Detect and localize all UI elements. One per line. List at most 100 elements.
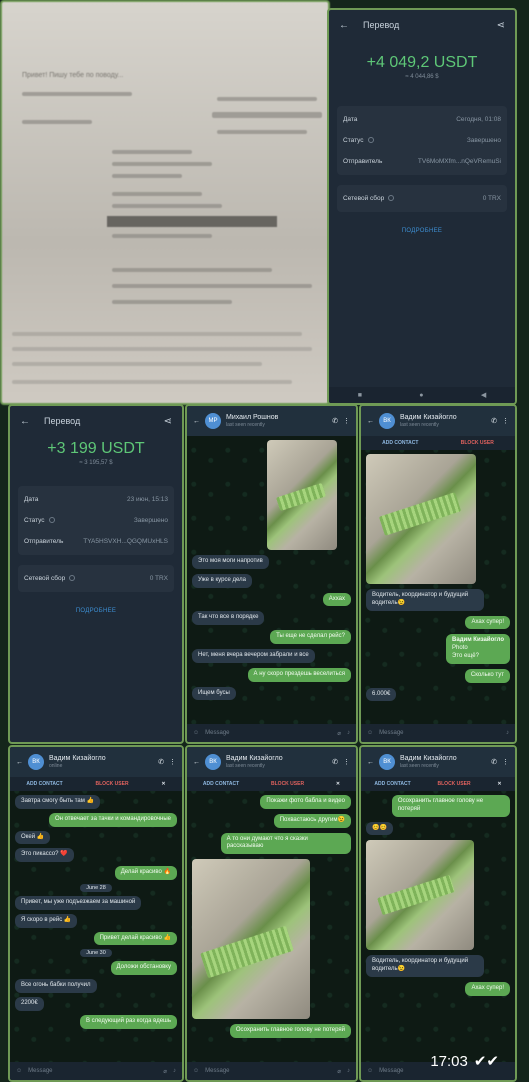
phone-icon[interactable]: ✆ [491,758,497,766]
add-contact-button[interactable]: ADD CONTACT [26,781,62,787]
double-check-icon: ✔✔ [473,1053,499,1070]
mic-icon[interactable]: ♪ [347,1068,350,1074]
message-outgoing: В следующий раз когда вдешь [79,1014,177,1029]
message-input[interactable]: Message [205,730,229,736]
avatar: ВК [379,754,395,770]
message-input[interactable]: Message [205,1068,229,1074]
fiat-amount: ≈ 4 044,86 $ [405,74,439,80]
message-incoming: Уже в курсе дела [192,573,252,588]
close-icon[interactable]: ✕ [336,781,340,787]
back-arrow-icon[interactable]: ← [16,759,23,766]
emoji-icon[interactable]: ☺ [16,1068,22,1074]
phone-icon[interactable]: ✆ [332,417,338,425]
menu-icon[interactable]: ⋮ [343,758,350,766]
message-incoming: Завтра смогу быть там 👍 [15,795,100,809]
photo-message[interactable] [267,440,337,550]
attach-icon[interactable]: ⌀ [337,1068,341,1075]
close-icon[interactable]: ✕ [161,781,165,787]
mic-icon[interactable]: ♪ [347,730,350,736]
contact-status: last seen recently [226,762,265,769]
details-link[interactable]: ПОДРОБНЕЕ [329,228,515,234]
block-user-button[interactable]: BLOCK USER [438,781,471,787]
menu-icon[interactable]: ⋮ [169,758,176,766]
info-icon [367,137,374,144]
message-incoming: Все огонь бабки получил [15,979,97,993]
share-icon[interactable]: ⋖ [497,20,505,31]
time-text: 17:03 [430,1052,468,1070]
message-outgoing: Доложи обстановку [110,961,177,976]
sender-row[interactable]: Отправитель TV6MoMXfm...nQeVRemuSi [343,151,501,172]
menu-icon[interactable]: ⋮ [502,417,509,425]
chat-screen-bottom-right: ← ВК Вадим Кизайогло last seen recently ✆ ⋮ A… [359,745,517,1082]
chat-screen-bottom-left: ← ВК Вадим Кизайогло online ✆ ⋮ ADD CONTACT BL… [8,745,184,1082]
forwarded-message[interactable]: Вадим Кизайогло Photo Это ещё? [446,634,510,664]
info-icon [388,195,395,202]
add-contact-button[interactable]: ADD CONTACT [382,440,418,446]
add-contact-button[interactable]: ADD CONTACT [374,781,410,787]
message-incoming: 😊😊 [366,821,393,836]
mic-icon[interactable]: ♪ [506,730,509,736]
share-icon[interactable]: ⋖ [164,416,172,427]
block-user-button[interactable]: BLOCK USER [461,440,494,446]
avatar: ВК [379,413,395,429]
date-separator: June 28 [80,883,112,892]
screen-title: Перевод [363,20,400,30]
mic-icon[interactable]: ♪ [173,1068,176,1074]
home-icon[interactable]: ● [419,392,423,399]
message-outgoing: Он отвечает за тачки и командировочные [48,812,177,827]
emoji-icon[interactable]: ☺ [193,1068,199,1074]
message-outgoing: Ахах супер! [465,615,510,630]
message-incoming: 2200€ [15,996,44,1011]
emoji-icon[interactable]: ☺ [367,730,373,736]
menu-icon[interactable]: ⋮ [343,417,350,425]
fiat-amount: ≈ 3 195,57 $ [79,460,113,466]
date-row: Дата Сегодня, 01:08 [343,116,501,123]
message-input[interactable]: Message [379,730,403,736]
message-incoming: Водитель, координатор и будущий водитель… [366,955,485,977]
contact-status: last seen recently [226,421,265,428]
system-nav-bar: ■ ● ◀ [329,387,515,403]
attach-icon[interactable]: ⌀ [163,1068,167,1075]
message-input[interactable]: Message [28,1068,52,1074]
message-outgoing: Аххах [322,592,351,607]
message-outgoing: Осохранить главное голову не потеряй [391,795,510,817]
message-input[interactable]: Message [379,1068,403,1074]
phone-icon[interactable]: ✆ [332,758,338,766]
block-user-button[interactable]: BLOCK USER [271,781,304,787]
back-arrow-icon[interactable]: ← [20,416,30,427]
info-icon [69,575,76,582]
emoji-icon[interactable]: ☺ [367,1068,373,1074]
photo-message[interactable] [366,454,476,584]
back-arrow-icon[interactable]: ← [367,418,374,425]
fee-card: Сетевой сбор 0 TRX [18,565,174,592]
back-arrow-icon[interactable]: ← [193,759,200,766]
back-icon[interactable]: ◀ [481,391,486,399]
contact-name: Михаил Рошнов [226,414,279,422]
transfer-screen-2: ← Перевод ⋖ +3 199 USDT ≈ 3 195,57 $ Дата 2… [8,404,184,744]
document-photo: Привет! Пишу тебе по поводу... [0,0,330,405]
contact-status: last seen recently [400,421,439,428]
message-incoming: Я скоро в рейс 👍 [15,913,78,928]
emoji-icon[interactable]: ☺ [193,730,199,736]
photo-message[interactable] [192,859,310,1020]
message-incoming: 6.000€ [366,687,397,702]
phone-icon[interactable]: ✆ [491,417,497,425]
phone-icon[interactable]: ✆ [158,758,164,766]
back-arrow-icon[interactable]: ← [367,759,374,766]
back-arrow-icon[interactable]: ← [193,418,200,425]
doc-text: Привет! Пишу тебе по поводу... [22,72,124,79]
photo-message[interactable] [366,840,474,951]
back-arrow-icon[interactable]: ← [339,20,349,31]
menu-icon[interactable]: ⋮ [502,758,509,766]
message-incoming: Нет, меня вчера вечером забрали и все [192,648,315,663]
square-icon[interactable]: ■ [358,392,362,399]
contact-status: online [49,762,63,769]
contact-name: Вадим Кизайогло [400,755,457,763]
block-user-button[interactable]: BLOCK USER [96,781,129,787]
close-icon[interactable]: ✕ [497,781,501,787]
attach-icon[interactable]: ⌀ [337,730,341,737]
contact-name: Вадим Кизайогло [49,755,106,763]
add-contact-button[interactable]: ADD CONTACT [203,781,239,787]
details-link[interactable]: ПОДРОБНЕЕ [10,608,182,614]
date-separator: June 30 [80,949,112,958]
